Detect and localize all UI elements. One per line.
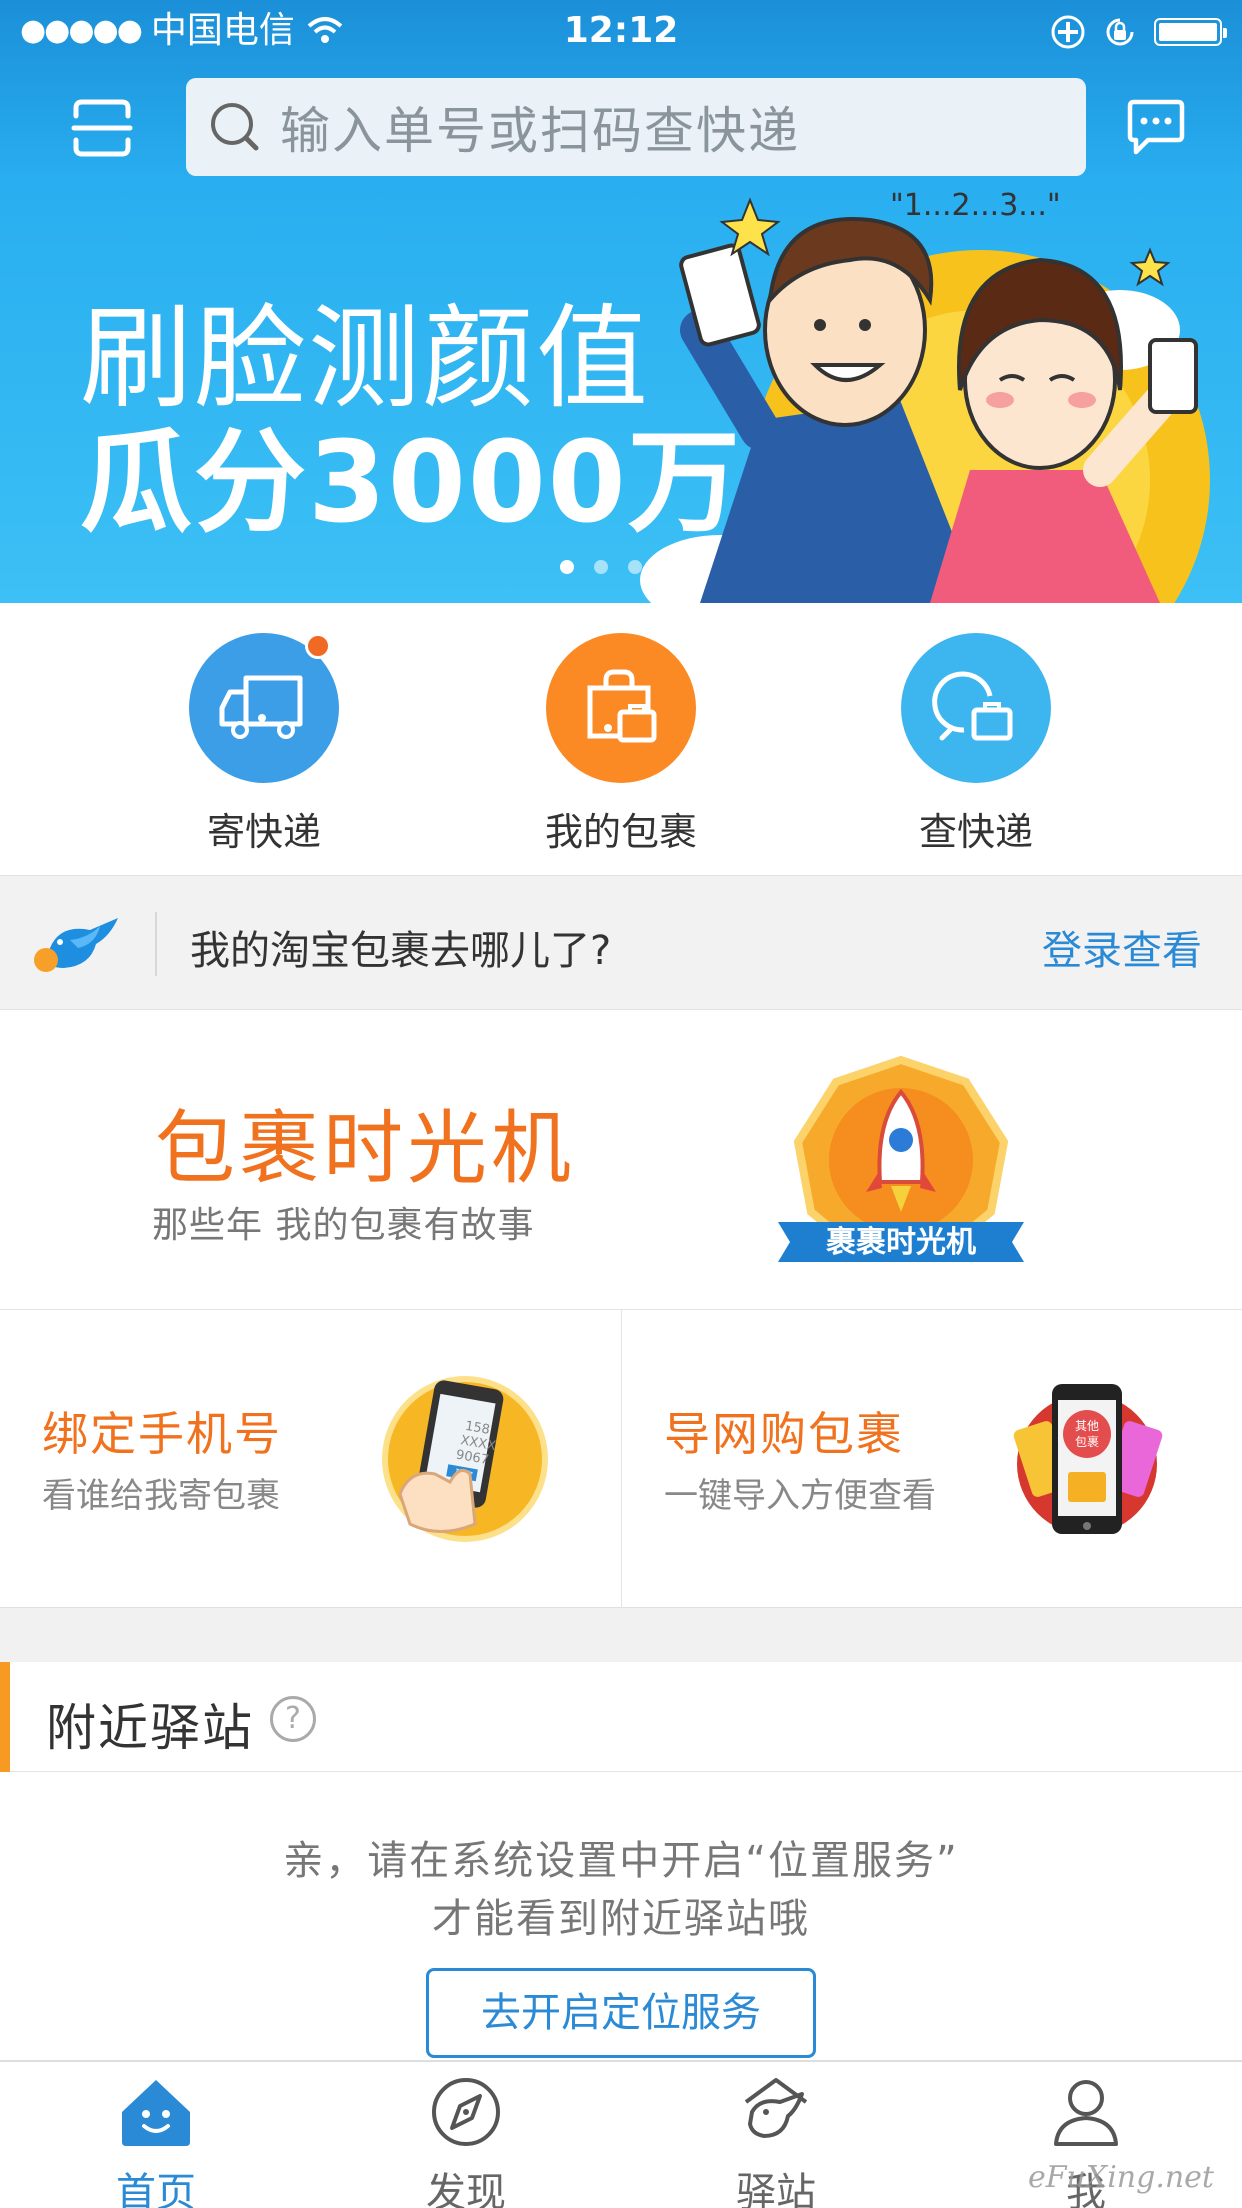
location-prompt-line2: 才能看到附近驿站哦 xyxy=(432,1896,810,1942)
app-screen: "1...2...3..." 刷脸测颜值 瓜分3000万 ●●●●● 中国电信 … xyxy=(0,0,1242,2208)
pager-dot[interactable] xyxy=(594,560,608,574)
send-express-circle xyxy=(189,633,339,783)
bind-phone-card[interactable]: 绑定手机号 看谁给我寄包裹 158 XXXX 9067 确定 xyxy=(0,1310,621,1608)
divider xyxy=(155,912,157,976)
banner-headline-line2: 瓜分3000万 xyxy=(80,418,742,548)
package-time-machine-card[interactable]: 包裹时光机 那些年 我的包裹有故事 裹裹时光机 xyxy=(0,1010,1242,1310)
login-to-view-link[interactable]: 登录查看 xyxy=(1042,918,1202,976)
import-orders-subtitle: 一键导入方便查看 xyxy=(664,1476,936,1516)
track-express-label: 查快递 xyxy=(918,810,1033,854)
taobao-package-question: 我的淘宝包裹去哪儿了? xyxy=(190,928,612,974)
location-arrow-icon xyxy=(1051,15,1085,49)
tab-station[interactable]: 驿站 xyxy=(676,2072,876,2208)
tab-station-label: 驿站 xyxy=(736,2170,816,2208)
search-package-icon xyxy=(932,671,1013,741)
other-packages-tag-1: 其他 xyxy=(1075,1419,1099,1433)
tab-home-label: 首页 xyxy=(116,2170,196,2208)
section-gap xyxy=(0,1608,1242,1662)
nearby-stations-header: 附近驿站 ? xyxy=(0,1662,1242,1772)
enable-location-button[interactable]: 去开启定位服务 xyxy=(426,1968,816,2058)
location-prompt-line1: 亲，请在系统设置中开启“位置服务” xyxy=(283,1838,959,1884)
pager-dot[interactable] xyxy=(560,560,574,574)
user-icon xyxy=(1054,2080,1118,2146)
banner-art-text: "1...2...3..." xyxy=(890,188,1061,223)
bird-station-icon xyxy=(744,2078,808,2138)
search-input[interactable]: 输入单号或扫码查快递 xyxy=(186,78,1086,176)
notification-dot xyxy=(305,633,331,659)
my-packages-label: 我的包裹 xyxy=(544,810,697,854)
location-prompt: 亲，请在系统设置中开启“位置服务” 才能看到附近驿站哦 去开启定位服务 xyxy=(0,1772,1242,2062)
send-express-button[interactable]: 寄快递 xyxy=(154,633,374,856)
rocket-badge-icon: 裹裹时光机 xyxy=(778,1055,1024,1262)
send-express-label: 寄快递 xyxy=(206,810,321,854)
rotation-lock-icon xyxy=(1106,18,1134,46)
badge-text: 裹裹时光机 xyxy=(826,1225,976,1260)
compass-icon xyxy=(432,2078,500,2146)
bird-logo-icon xyxy=(34,918,118,972)
track-express-circle xyxy=(901,633,1051,783)
search-placeholder: 输入单号或扫码查快递 xyxy=(280,102,800,160)
scan-icon[interactable] xyxy=(70,98,134,158)
top-bar: 输入单号或扫码查快递 xyxy=(0,62,1242,192)
pager-dot[interactable] xyxy=(628,560,642,574)
watermark: eFuXing.net xyxy=(1027,2160,1214,2195)
quick-actions: 寄快递 我的包裹 查快递 xyxy=(0,603,1242,875)
status-bar: ●●●●● 中国电信 12:12 xyxy=(0,0,1242,62)
tab-home[interactable]: 首页 xyxy=(56,2072,256,2208)
phone-in-hand-icon: 158 XXXX 9067 确定 xyxy=(382,1376,548,1542)
import-orders-card[interactable]: 导网购包裹 一键导入方便查看 其他 包裹 xyxy=(621,1310,1242,1608)
time-machine-title: 包裹时光机 xyxy=(155,1102,575,1195)
search-icon xyxy=(211,103,259,151)
my-packages-circle xyxy=(546,633,696,783)
package-icon xyxy=(587,669,657,743)
bind-phone-subtitle: 看谁给我寄包裹 xyxy=(42,1476,280,1516)
taobao-package-row[interactable]: 我的淘宝包裹去哪儿了? 登录查看 xyxy=(0,875,1242,1010)
help-icon[interactable]: ? xyxy=(270,1696,316,1742)
other-packages-tag-2: 包裹 xyxy=(1075,1434,1099,1449)
time-machine-subtitle: 那些年 我的包裹有故事 xyxy=(152,1205,535,1246)
truck-icon xyxy=(219,675,303,739)
track-express-button[interactable]: 查快递 xyxy=(866,633,1086,856)
battery-icon xyxy=(1154,18,1227,46)
banner-pager[interactable] xyxy=(560,560,642,574)
status-right xyxy=(1050,14,1227,50)
feature-cards: 绑定手机号 看谁给我寄包裹 158 XXXX 9067 确定 导网购包裹 一键导… xyxy=(0,1310,1242,1608)
home-icon xyxy=(122,2080,190,2146)
import-orders-title: 导网购包裹 xyxy=(664,1407,904,1461)
section-accent-bar xyxy=(0,1662,10,1772)
tab-discover-label: 发现 xyxy=(426,2170,506,2208)
bind-phone-title: 绑定手机号 xyxy=(42,1407,282,1461)
tab-discover[interactable]: 发现 xyxy=(366,2072,566,2208)
nearby-stations-title: 附近驿站 xyxy=(46,1699,254,1757)
phone-packages-icon: 其他 包裹 xyxy=(1013,1384,1163,1534)
my-packages-button[interactable]: 我的包裹 xyxy=(511,633,731,856)
message-icon[interactable] xyxy=(1124,98,1188,156)
